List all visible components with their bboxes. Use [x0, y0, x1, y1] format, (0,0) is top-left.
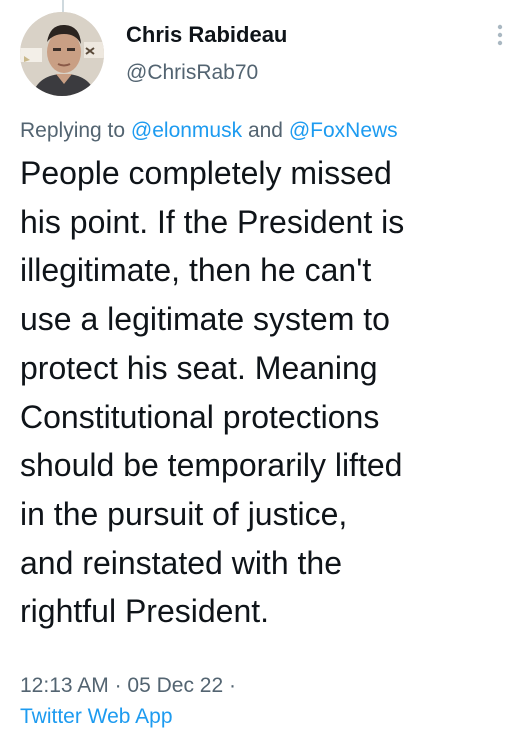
tweet-text-line: protect his seat. Meaning	[20, 349, 378, 386]
tweet-text-line: Constitutional protections	[20, 398, 380, 435]
more-vertical-icon	[497, 24, 503, 46]
meta-separator: ·	[114, 674, 122, 697]
tweet-timestamp[interactable]: 12:13 AM · 05 Dec 22 ·	[20, 672, 236, 700]
tweet-text-line: in the pursuit of justice,	[20, 495, 348, 532]
replying-to-label: Replying to	[20, 119, 126, 142]
mention-link-foxnews[interactable]: @FoxNews	[289, 119, 398, 142]
tweet-text-line: People completely missed	[20, 155, 392, 191]
tweet-text-line: his point. If the President is	[20, 203, 405, 240]
thread-connector-line	[62, 0, 64, 12]
mention-link-elonmusk[interactable]: @elonmusk	[131, 119, 242, 142]
more-options-button[interactable]	[494, 20, 506, 50]
tweet-time[interactable]: 12:13 AM	[20, 674, 109, 697]
tweet-source-link[interactable]: Twitter Web App	[20, 703, 173, 731]
user-photo-avatar-icon	[20, 12, 104, 96]
meta-separator: ·	[229, 674, 236, 697]
tweet-date[interactable]: 05 Dec 22	[127, 674, 223, 697]
tweet-text: People completely missed his point. If t…	[20, 149, 516, 636]
tweet-text-line: illegitimate, then he can't	[20, 252, 372, 289]
replying-to-line: Replying to @elonmusk and @FoxNews	[20, 117, 398, 145]
tweet-text-line: use a legitimate system to	[20, 301, 390, 338]
avatar[interactable]	[20, 12, 104, 96]
replying-joiner: and	[247, 119, 283, 142]
tweet-text-line: and reinstated with the	[20, 544, 342, 581]
author-display-name[interactable]: Chris Rabideau	[126, 20, 287, 50]
author-block: Chris Rabideau @ChrisRab70	[126, 20, 287, 88]
author-handle[interactable]: @ChrisRab70	[126, 58, 287, 88]
tweet-text-line: should be temporarily lifted	[20, 447, 403, 484]
tweet-text-line: rightful President.	[20, 593, 270, 630]
